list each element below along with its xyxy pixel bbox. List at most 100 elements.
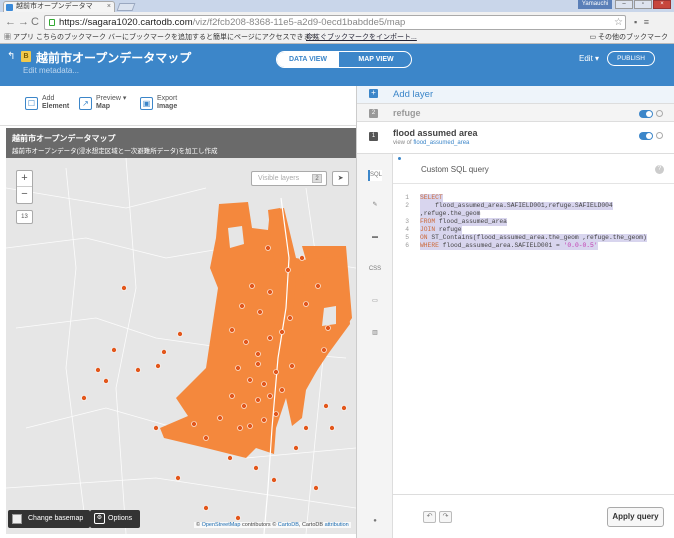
apply-query-button[interactable]: Apply query [607, 507, 664, 527]
tab-close-icon[interactable]: × [107, 2, 111, 12]
dataset-icon: B [21, 51, 31, 62]
element-label: Element [42, 103, 70, 110]
add-element-icon: ☐ [25, 97, 38, 110]
import-bookmarks-link[interactable]: 今すぐブックマークをインポート... [306, 32, 417, 43]
layer-name[interactable]: flood assumed area [393, 128, 478, 138]
user-badge[interactable]: Yamauchi [578, 0, 612, 9]
code-line: ,refuge.the_geom [420, 210, 481, 218]
bookmarks-message: こちらのブックマーク バーにブックマークを追加すると簡単にページにアクセスできま… [36, 34, 324, 41]
map-layers [6, 157, 356, 534]
osm-link[interactable]: OpenStreetMap [202, 522, 241, 528]
visible-layers-count: 2 [312, 174, 322, 183]
basemap-icon [12, 514, 22, 524]
browser-toolbar: ← → C https://sagara1020.cartodb.com/viz… [0, 12, 674, 32]
options-label: Options [108, 515, 133, 522]
options-button[interactable]: ⚙ Options [90, 510, 140, 528]
edit-menu[interactable]: Edit ▾ [579, 54, 599, 63]
code-line: 6 WHERE flood_assumed_area.SAFIELD001 = '… [405, 242, 598, 250]
map-canvas[interactable]: 越前市オープンデータマップ 越前市オープンデータ(浸水想定区域と一次避難所データ… [6, 128, 356, 534]
undo-button[interactable]: ↶ [423, 511, 436, 523]
layer-row-flood-assumed-area[interactable]: 1 flood assumed area view of flood_assum… [357, 122, 674, 154]
zoom-in-button[interactable]: + [17, 171, 32, 187]
export-image-icon: ▣ [140, 97, 153, 110]
help-icon[interactable]: ? [655, 165, 664, 174]
browser-chrome: 越前市オープンデータマ × Yamauchi – ▫ × ← → C https… [0, 0, 674, 44]
map-label: Map [96, 103, 110, 110]
attribution-link[interactable]: attribution [325, 522, 349, 528]
redo-button[interactable]: ↷ [439, 511, 452, 523]
layer-settings-icon[interactable] [656, 132, 663, 139]
forward-icon[interactable]: → [18, 16, 29, 28]
bookmark-star-icon[interactable]: ☆ [614, 16, 623, 29]
layer-source-link[interactable]: flood_assumed_area [413, 140, 469, 146]
zoom-level: 13 [16, 210, 33, 224]
other-bookmarks[interactable]: ▭ その他のブックマーク [589, 32, 668, 43]
minimize-button[interactable]: – [615, 0, 633, 9]
tab-wizard[interactable]: ✎ [368, 200, 382, 211]
code-line: 1 SELECT [405, 194, 443, 202]
layer-visibility-toggle[interactable] [639, 110, 653, 118]
sql-header: Custom SQL query ? [393, 154, 674, 184]
action-bar: ☐ Add Element ↗ Preview ▾ Map ▣ Export Imag… [0, 86, 356, 126]
tab-infowindow[interactable]: ▬ [368, 232, 382, 243]
code-line: 5 ON ST_Contains(flood_assumed_area.the_g… [405, 234, 647, 242]
code-line: 3 FROM flood_assumed_area [405, 218, 507, 226]
tab-filters[interactable]: ▥ [368, 328, 382, 339]
add-layer-button[interactable]: Add layer [393, 89, 433, 100]
url-path: /viz/f2fcb208-8368-11e5-a2d9-0ecd1babdde… [192, 17, 406, 28]
app-header: ↰ B 越前市オープンデータマップ Edit metadata... DATA … [0, 44, 674, 86]
visible-layers-control[interactable]: Visible layers 2 [251, 171, 327, 186]
map-title[interactable]: 越前市オープンデータマップ [36, 49, 191, 66]
map-overlay-subtitle: 越前市オープンデータ(浸水想定区域と一次避難所データ)を加工し作成 [12, 148, 218, 155]
edit-metadata-link[interactable]: Edit metadata... [23, 66, 79, 75]
layer-name[interactable]: refuge [393, 108, 421, 118]
maximize-button[interactable]: ▫ [634, 0, 652, 9]
zoom-control: + − [16, 170, 33, 204]
sql-title: Custom SQL query [421, 165, 489, 174]
image-label: Image [157, 103, 178, 110]
extension-icons[interactable]: ▪ ≡ [634, 17, 651, 27]
selected-marker [398, 157, 401, 160]
layer-settings-icon[interactable] [656, 110, 663, 117]
tab-css[interactable]: CSS [368, 264, 382, 275]
add-label: Add [42, 95, 55, 102]
layer-number: 1 [369, 132, 378, 141]
reload-icon[interactable]: C [31, 16, 39, 28]
code-line: 4 JOIN refuge [405, 226, 462, 234]
options-icon: ⚙ [94, 513, 105, 524]
address-bar[interactable]: https://sagara1020.cartodb.com/viz/f2fcb… [44, 15, 626, 30]
visible-layers-label: Visible layers [258, 175, 300, 182]
zoom-out-button[interactable]: − [17, 187, 32, 203]
back-arrow-icon[interactable]: ↰ [7, 51, 15, 62]
layer-visibility-toggle[interactable] [639, 132, 653, 140]
view-toggle: DATA VIEW MAP VIEW [276, 51, 412, 68]
tab-data-view[interactable]: DATA VIEW [277, 52, 339, 67]
add-layer-row[interactable]: + Add layer [357, 86, 674, 104]
add-layer-icon: + [369, 89, 378, 98]
sql-footer: ↶ ↷ Apply query [393, 494, 674, 538]
publish-button[interactable]: PUBLISH [607, 51, 655, 66]
new-tab-button[interactable] [116, 3, 136, 11]
layer-row-refuge[interactable]: 2 refuge [357, 104, 674, 122]
share-icon[interactable]: ➤ [332, 171, 349, 186]
tab-sql[interactable]: SQL [368, 170, 382, 181]
lock-icon [49, 19, 55, 26]
sql-editor[interactable]: 1 SELECT 2 flood_assumed_area.SAFIELD001,… [393, 184, 674, 494]
code-line: 2 flood_assumed_area.SAFIELD001,refuge.S… [405, 202, 613, 210]
back-icon[interactable]: ← [5, 16, 16, 28]
map-attribution: © OpenStreetMap contributors © CartoDB, … [194, 522, 351, 528]
layer-number: 2 [369, 109, 378, 118]
close-window-button[interactable]: × [653, 0, 671, 9]
tab-map-view[interactable]: MAP VIEW [339, 52, 411, 67]
map-overlay-title: 越前市オープンデータマップ [12, 134, 116, 143]
favicon-icon [6, 4, 13, 11]
tab-legends[interactable]: ▭ [368, 296, 382, 307]
export-label: Export [157, 95, 178, 102]
browser-tab[interactable]: 越前市オープンデータマ × [3, 1, 115, 12]
cartodb-link[interactable]: CartoDB [278, 522, 299, 528]
change-basemap-button[interactable]: Change basemap [8, 510, 90, 528]
tab-title: 越前市オープンデータマ [16, 3, 93, 10]
apps-shortcut[interactable]: ▦ アプリ [4, 32, 34, 43]
tab-help[interactable]: ● [368, 516, 382, 527]
tab-bar: 越前市オープンデータマ × Yamauchi – ▫ × [0, 0, 674, 12]
